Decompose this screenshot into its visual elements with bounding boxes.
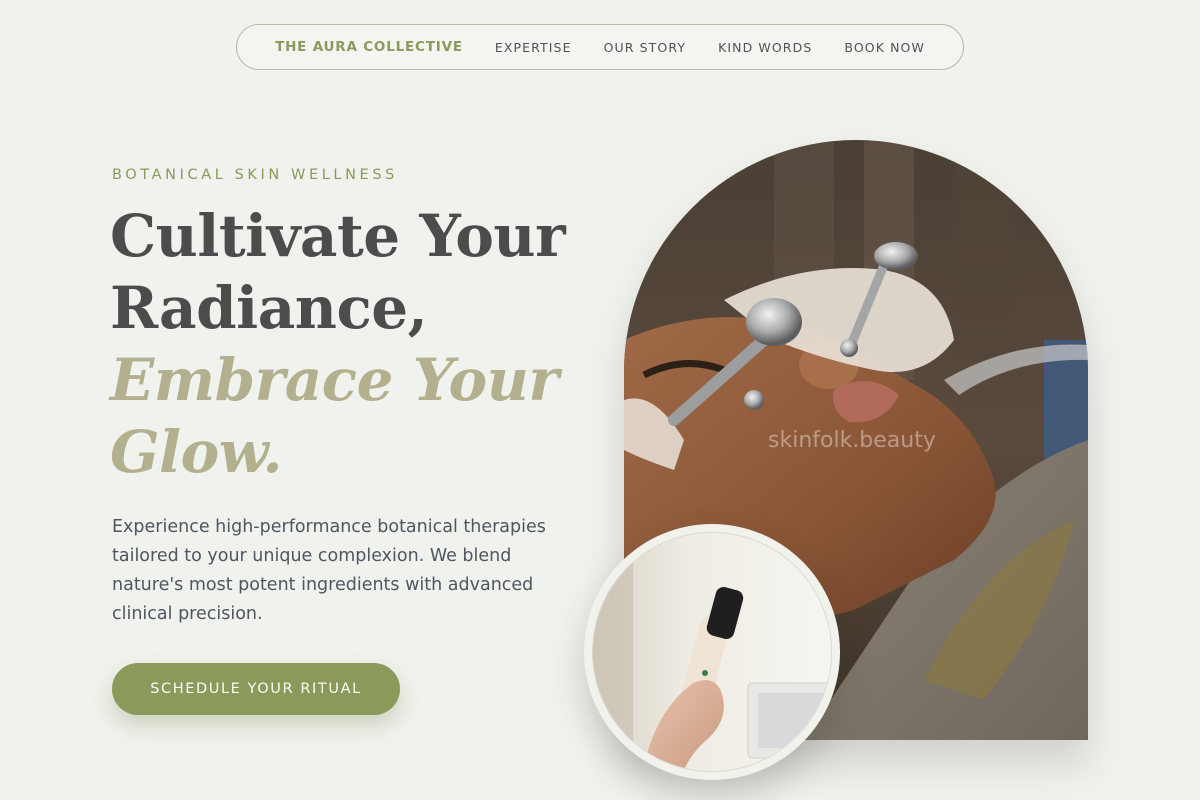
image-watermark: skinfolk.beauty — [768, 428, 936, 453]
device-circle-image — [584, 524, 840, 780]
nav-link-our-story[interactable]: OUR STORY — [604, 40, 686, 55]
hero-headline: Cultivate Your Radiance, Embrace Your Gl… — [110, 200, 566, 488]
brand-logo[interactable]: THE AURA COLLECTIVE — [275, 39, 463, 55]
headline-accent-2: Glow. — [110, 418, 283, 486]
headline-line-1: Cultivate Your — [110, 202, 566, 270]
device-circle-inner — [592, 532, 832, 772]
hero-intro-text: Experience high-performance botanical th… — [112, 517, 546, 624]
nav-link-expertise[interactable]: EXPERTISE — [495, 40, 572, 55]
top-nav: THE AURA COLLECTIVE EXPERTISE OUR STORY … — [236, 24, 964, 70]
schedule-ritual-button[interactable]: SCHEDULE YOUR RITUAL — [112, 663, 400, 715]
headline-line-2: Radiance, — [110, 274, 428, 342]
hero-eyebrow: BOTANICAL SKIN WELLNESS — [112, 167, 398, 183]
nav-link-book-now[interactable]: BOOK NOW — [844, 40, 925, 55]
handheld-device-illustration — [593, 533, 831, 771]
headline-accent-1: Embrace Your — [110, 346, 559, 414]
nav-link-kind-words[interactable]: KIND WORDS — [718, 40, 812, 55]
page: THE AURA COLLECTIVE EXPERTISE OUR STORY … — [0, 0, 1200, 800]
